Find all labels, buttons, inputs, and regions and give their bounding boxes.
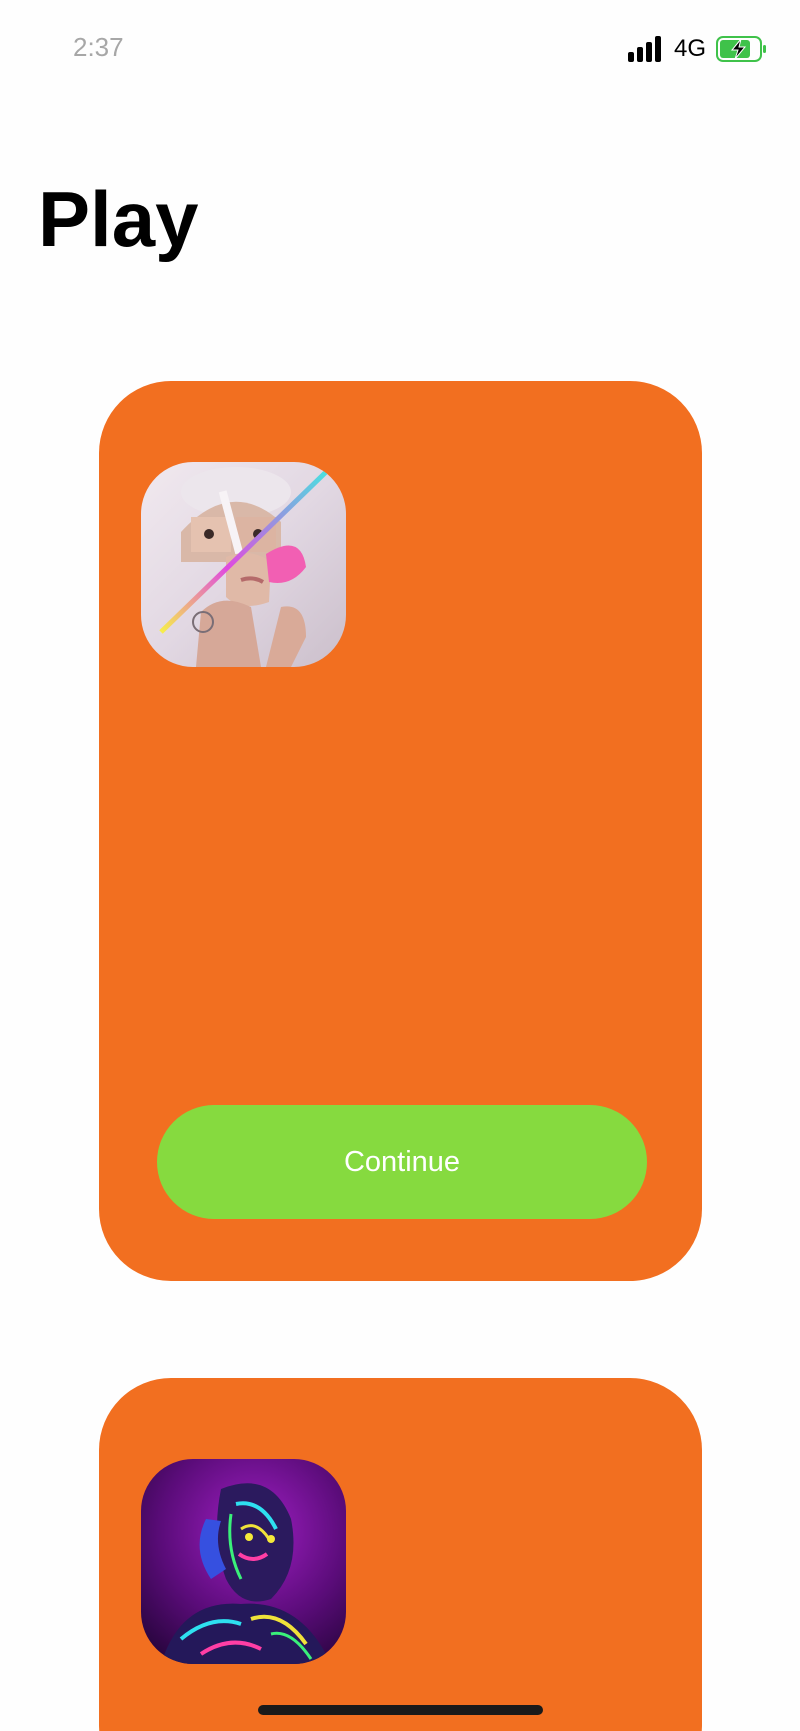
page-title: Play: [38, 175, 199, 263]
status-time: 2:37: [73, 32, 124, 62]
card-thumbnail: [141, 1459, 346, 1664]
play-card[interactable]: [99, 1378, 702, 1731]
continue-button[interactable]: Continue: [157, 1105, 647, 1219]
status-indicators: 4G: [627, 35, 768, 63]
portrait-collage-image: [141, 462, 346, 667]
network-label: 4G: [673, 35, 706, 62]
card-thumbnail: [141, 462, 346, 667]
play-card[interactable]: Continue: [99, 381, 702, 1281]
status-bar: 2:37 4G: [0, 0, 800, 100]
neon-portrait-image: [141, 1459, 346, 1664]
home-indicator[interactable]: [258, 1705, 543, 1715]
battery-charging-icon: [716, 36, 766, 62]
signal-icon: [627, 36, 661, 62]
